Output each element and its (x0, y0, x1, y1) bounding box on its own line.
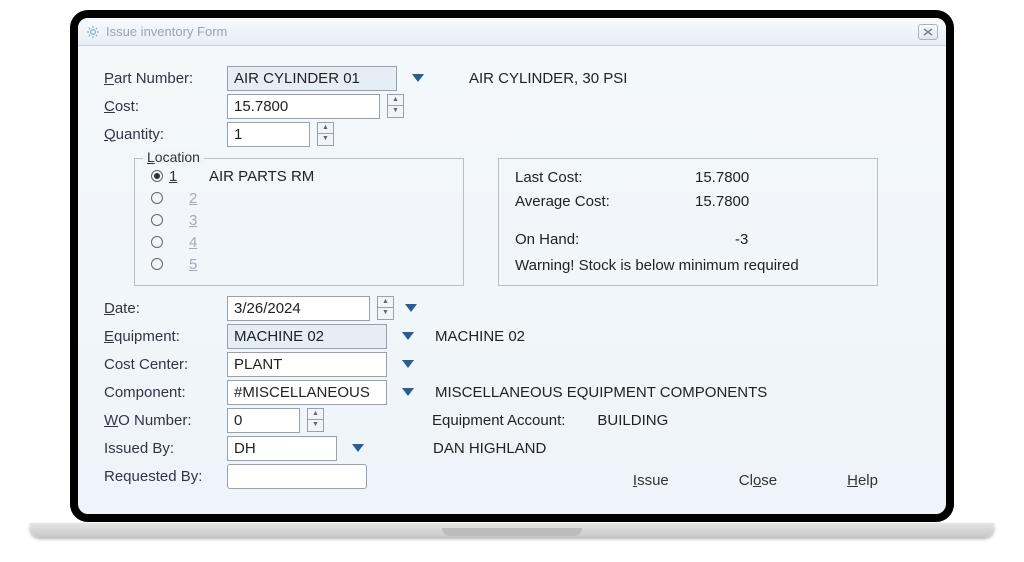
cost-center-input[interactable]: PLANT (227, 352, 387, 377)
window-titlebar: Issue inventory Form (78, 18, 946, 46)
location-radio-3[interactable] (151, 214, 163, 226)
close-icon (923, 28, 933, 36)
part-description: AIR CYLINDER, 30 PSI (469, 70, 627, 87)
issue-button[interactable]: Issue (633, 472, 669, 489)
location-panel: Location 1 AIR PARTS RM 2 3 4 5 (134, 158, 464, 286)
component-desc: MISCELLANEOUS EQUIPMENT COMPONENTS (435, 384, 767, 401)
spin-down-icon[interactable]: ▼ (307, 420, 324, 432)
component-label: Component: (104, 384, 219, 401)
equipment-account-label: Equipment Account: (432, 412, 565, 429)
stock-warning: Warning! Stock is below minimum required (515, 257, 861, 274)
quantity-label: Quantity: (104, 126, 219, 143)
spin-up-icon[interactable]: ▲ (387, 94, 404, 106)
issued-by-input[interactable]: DH (227, 436, 337, 461)
equipment-account-value: BUILDING (597, 412, 668, 429)
quantity-input[interactable]: 1 (227, 122, 310, 147)
wo-spinner[interactable]: ▲▼ (307, 408, 324, 432)
spin-down-icon[interactable]: ▼ (377, 308, 394, 320)
cost-center-dropdown[interactable] (401, 356, 415, 373)
avg-cost-label: Average Cost: (515, 193, 695, 217)
location-legend: Location (143, 149, 204, 165)
issued-by-label: Issued By: (104, 440, 219, 457)
last-cost-label: Last Cost: (515, 169, 695, 193)
component-input[interactable]: #MISCELLANEOUS (227, 380, 387, 405)
issued-by-desc: DAN HIGHLAND (433, 440, 546, 457)
avg-cost-value: 15.7800 (695, 193, 749, 217)
component-dropdown[interactable] (401, 384, 415, 401)
part-number-input[interactable]: AIR CYLINDER 01 (227, 66, 397, 91)
spin-up-icon[interactable]: ▲ (377, 296, 394, 308)
location-selected-desc: AIR PARTS RM (209, 168, 314, 185)
onhand-value: -3 (695, 231, 748, 255)
onhand-label: On Hand: (515, 231, 695, 255)
equipment-input[interactable]: MACHINE 02 (227, 324, 387, 349)
cost-info-panel: Last Cost:15.7800 Average Cost:15.7800 O… (498, 158, 878, 286)
window-close-button[interactable] (918, 24, 938, 40)
wo-number-label: WO Number: (104, 412, 219, 429)
date-label: Date: (104, 300, 219, 317)
help-button[interactable]: Help (847, 472, 878, 489)
last-cost-value: 15.7800 (695, 169, 749, 193)
requested-by-label: Requested By: (104, 468, 219, 485)
spin-up-icon[interactable]: ▲ (317, 122, 334, 134)
cost-spinner[interactable]: ▲▼ (387, 94, 404, 118)
spin-up-icon[interactable]: ▲ (307, 408, 324, 420)
spin-down-icon[interactable]: ▼ (317, 134, 334, 146)
close-button[interactable]: Close (739, 472, 777, 489)
location-radio-5[interactable] (151, 258, 163, 270)
equipment-desc: MACHINE 02 (435, 328, 525, 345)
date-dropdown[interactable] (404, 300, 418, 317)
location-radio-5-label[interactable]: 5 (189, 256, 203, 273)
location-radio-4-label[interactable]: 4 (189, 234, 203, 251)
date-spinner[interactable]: ▲▼ (377, 296, 394, 320)
part-number-label: Part Number: (104, 70, 219, 87)
quantity-spinner[interactable]: ▲▼ (317, 122, 334, 146)
equipment-label: Equipment: (104, 328, 219, 345)
wo-number-input[interactable]: 0 (227, 408, 300, 433)
cost-input[interactable]: 15.7800 (227, 94, 380, 119)
part-number-dropdown[interactable] (411, 70, 425, 87)
location-radio-1-label[interactable]: 1 (169, 168, 183, 185)
location-radio-3-label[interactable]: 3 (189, 212, 203, 229)
location-radio-1[interactable] (151, 170, 163, 182)
location-radio-4[interactable] (151, 236, 163, 248)
issued-by-dropdown[interactable] (351, 440, 365, 457)
location-radio-2-label[interactable]: 2 (189, 190, 203, 207)
equipment-dropdown[interactable] (401, 328, 415, 345)
gear-icon (86, 25, 100, 39)
cost-center-label: Cost Center: (104, 356, 219, 373)
date-input[interactable]: 3/26/2024 (227, 296, 370, 321)
spin-down-icon[interactable]: ▼ (387, 106, 404, 118)
location-radio-2[interactable] (151, 192, 163, 204)
cost-label: Cost: (104, 98, 219, 115)
requested-by-input[interactable] (227, 464, 367, 489)
window-title: Issue inventory Form (106, 24, 912, 39)
